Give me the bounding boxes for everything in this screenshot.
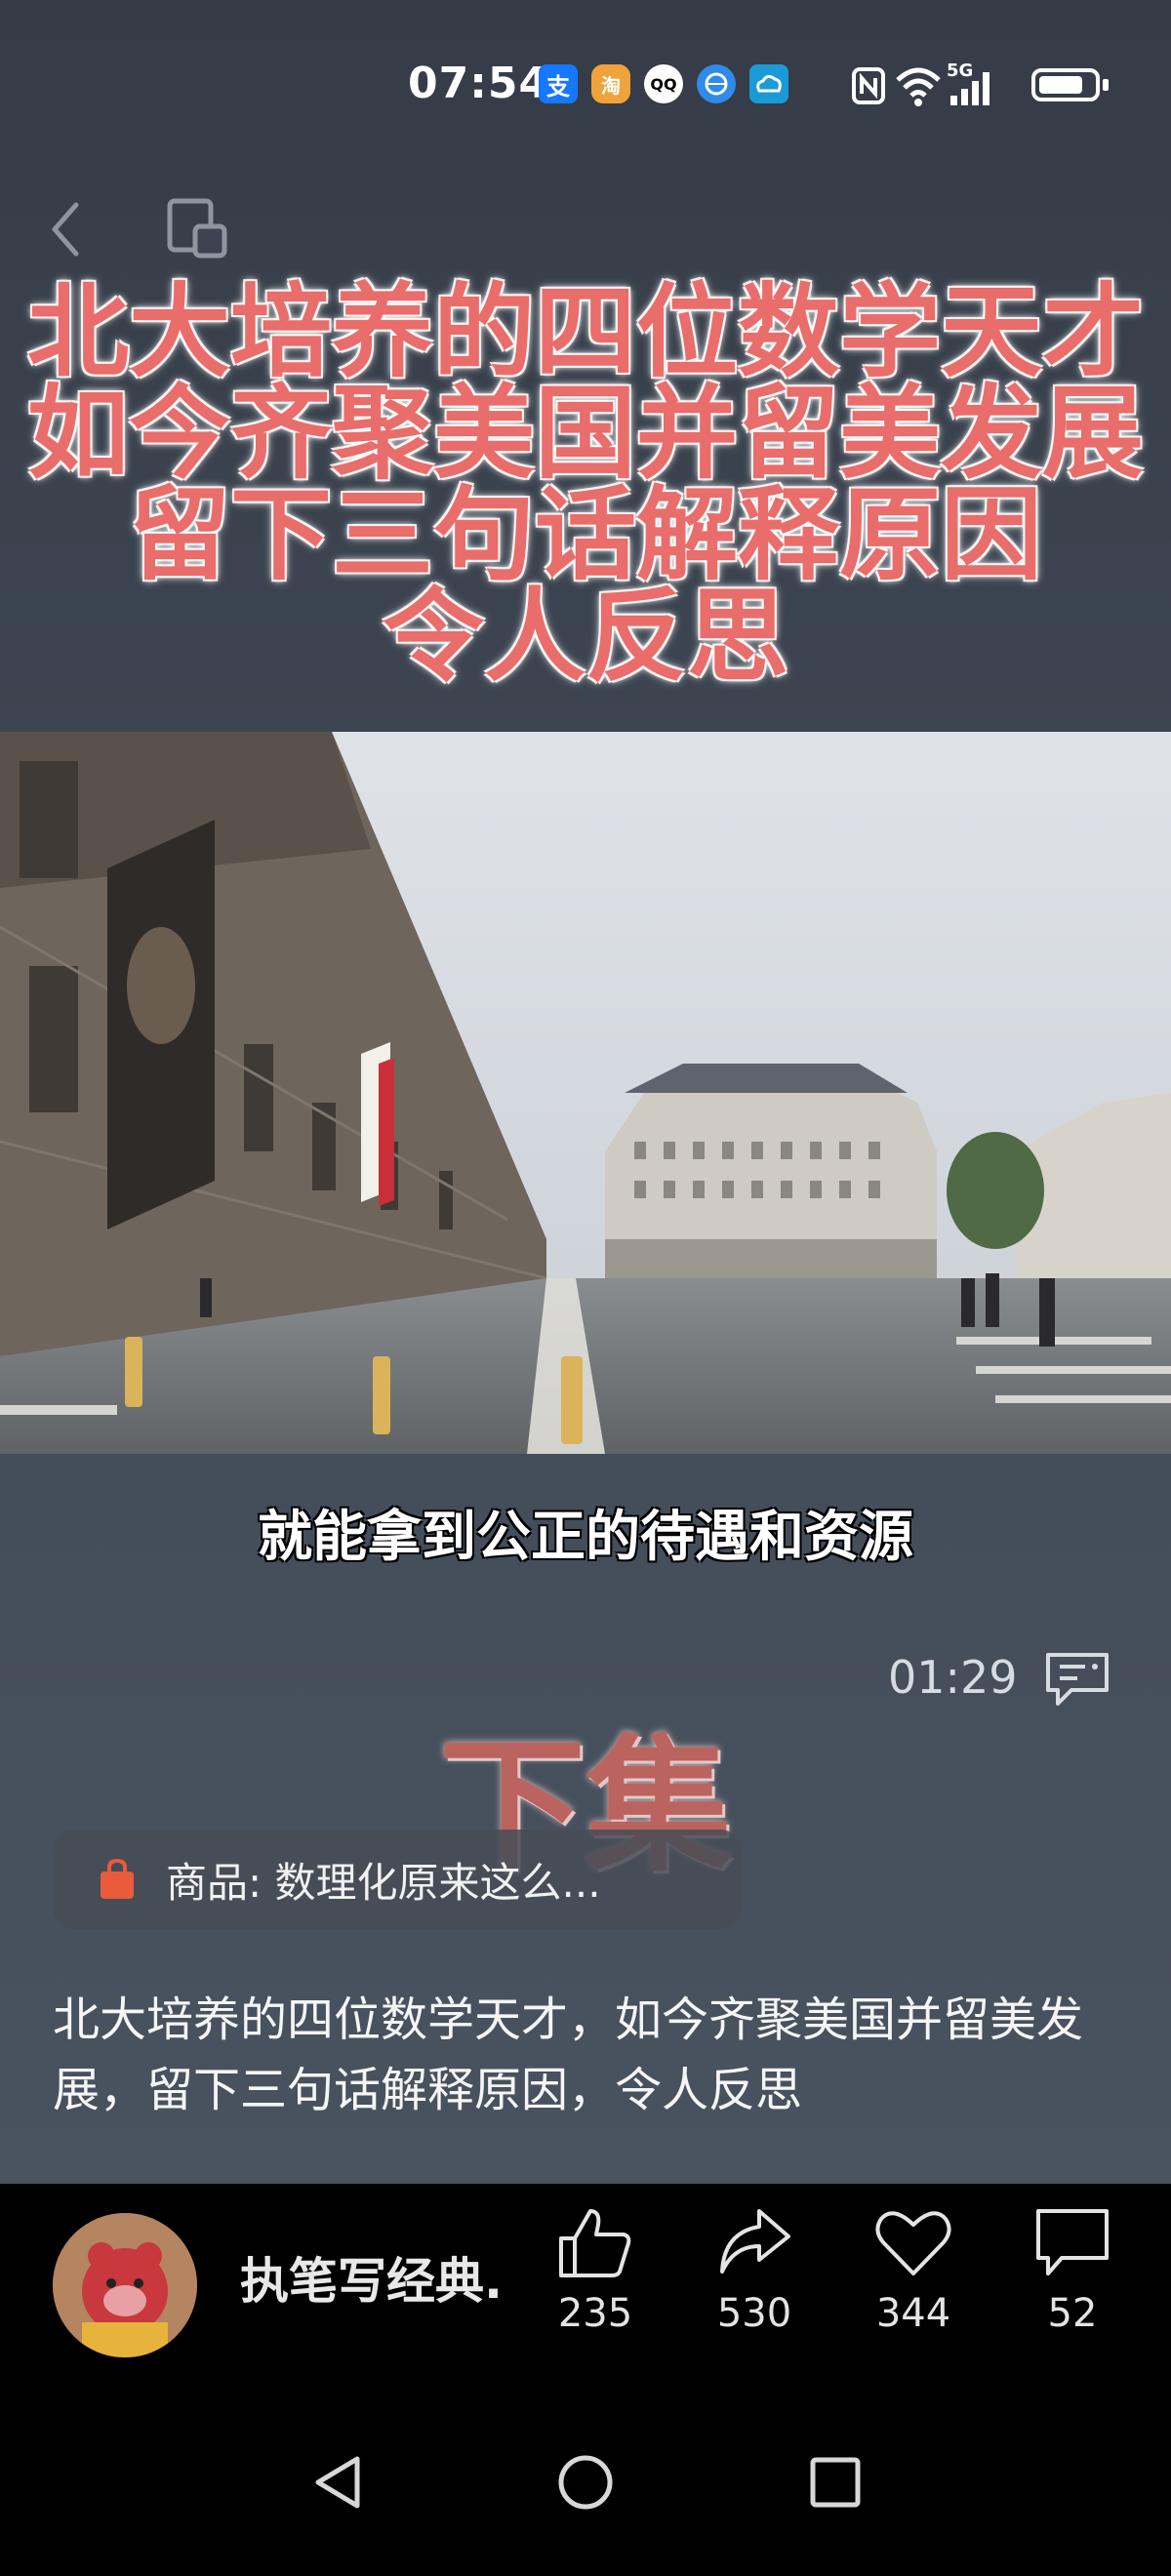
bottom-action-bar: 执笔写经典. 235 530 344 52 [0,2184,1171,2398]
alipay-icon: 支 [539,64,578,103]
system-navigation-bar [0,2398,1171,2576]
shopping-bag-icon [101,1858,134,1899]
product-link[interactable]: 商品: 数理化原来这么... [53,1830,742,1929]
signal-icon [950,72,989,105]
heart-icon [875,2211,951,2275]
title-line: 令人反思 [382,577,788,696]
post-description: 北大培养的四位数学天才，如今齐聚美国并留美发展，留下三句话解释原因，令人反思 [53,1992,1084,2117]
nav-recents-square-icon[interactable] [808,2455,863,2510]
status-indicators: 5G [851,60,1114,109]
share-count: 530 [716,2291,792,2336]
video-title-overlay: 北大培养的四位数学天才 如今齐聚美国并留美发展 留下三句话解释原因 令人反思 [0,281,1171,687]
qq-icon: QQ [644,64,683,103]
nfc-icon [852,67,885,104]
status-time: 07:54 [408,59,550,108]
back-arrow-icon[interactable] [43,195,92,263]
comment-bubble-icon [1036,2209,1109,2275]
status-bar: 07:54 支 淘 QQ 5G [0,51,1171,119]
taobao-icon: 淘 [591,64,630,103]
street-scene-image [0,732,1171,1454]
share-button[interactable]: 530 [696,2205,813,2336]
wifi-icon [896,67,941,106]
cast-screen-icon[interactable] [166,197,230,262]
browser-icon [697,64,736,103]
favorite-button[interactable]: 344 [855,2205,972,2336]
video-subtitle: 就能拿到公正的待遇和资源 [258,1506,913,1569]
like-button[interactable]: 235 [537,2205,654,2336]
product-label: 商品: 数理化原来这么... [166,1858,601,1907]
title-line: 如今齐聚美国并留美发展 [26,374,1144,493]
cloud-icon [749,64,788,103]
author-name[interactable]: 执笔写经典. [240,2242,503,2313]
author-avatar[interactable] [53,2213,197,2357]
nav-home-circle-icon[interactable] [556,2453,615,2512]
favorite-count: 344 [875,2291,951,2336]
share-arrow-icon [720,2209,790,2274]
nav-back-triangle-icon[interactable] [310,2453,365,2512]
title-line: 留下三句话解释原因 [128,475,1042,594]
battery-icon [1031,68,1100,101]
like-count: 235 [557,2291,633,2336]
thumbs-up-icon [559,2209,631,2277]
comment-count: 52 [1047,2291,1098,2336]
video-player[interactable] [0,732,1171,1454]
post-screen: 07:54 支 淘 QQ 5G 北大培养的四位数学天才 如今齐聚美国并留美发展 … [0,0,1171,2184]
title-line: 北大培养的四位数学天才 [26,272,1144,391]
comment-button[interactable]: 52 [1014,2205,1131,2336]
